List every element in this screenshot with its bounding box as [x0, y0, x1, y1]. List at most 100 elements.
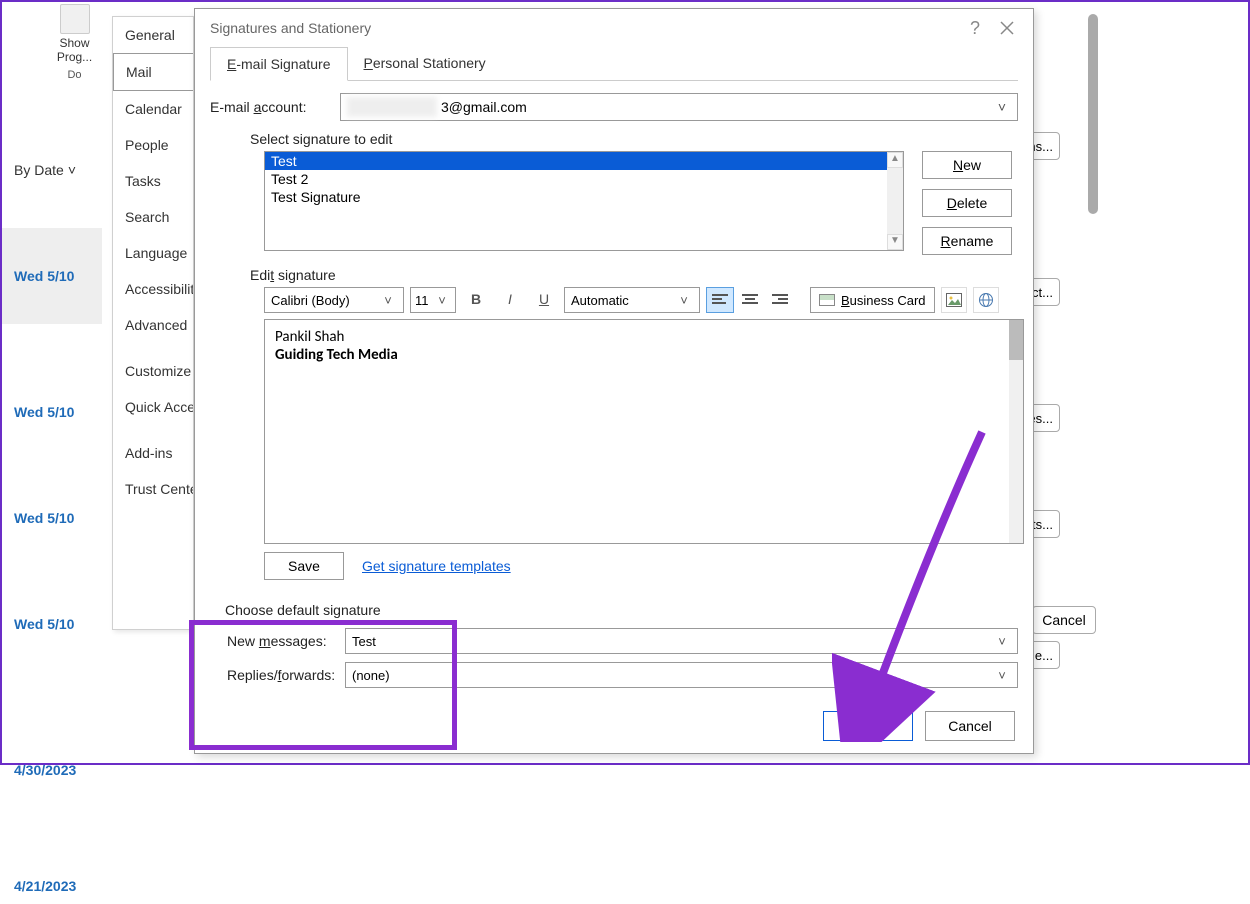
globe-icon — [978, 292, 994, 308]
signature-item[interactable]: Test — [265, 152, 887, 170]
font-color-select[interactable]: Automatic ˅ — [564, 287, 700, 313]
signature-editor[interactable]: Pankil Shah Guiding Tech Media — [264, 319, 1024, 544]
business-card-button[interactable]: Business Card — [810, 287, 935, 313]
ribbon-item-show-progress[interactable]: ShowProg... Do — [52, 2, 97, 81]
scroll-down-icon[interactable]: ▼ — [887, 234, 903, 250]
tab-bar: E-mail Signature Personal Stationery — [210, 47, 1018, 81]
options-item-quickaccess[interactable]: Quick Acce — [113, 389, 193, 425]
editor-text-line: Guiding Tech Media — [275, 346, 1013, 364]
preview-icon — [60, 4, 90, 34]
new-messages-label: New messages: — [225, 633, 345, 649]
font-select[interactable]: Calibri (Body) ˅ — [264, 287, 404, 313]
replies-forwards-label: Replies/forwards: — [225, 667, 345, 683]
new-button[interactable]: New — [922, 151, 1012, 179]
dialog-title: Signatures and Stationery — [205, 20, 959, 36]
listbox-scrollbar[interactable]: ▲ ▼ — [887, 152, 903, 250]
options-item-language[interactable]: Language — [113, 235, 193, 271]
replies-forwards-row: Replies/forwards: (none) ˅ — [225, 662, 1018, 688]
size-value: 11 — [415, 293, 429, 308]
by-date-label: By Date — [14, 162, 64, 178]
save-row: Save Get signature templates — [264, 552, 1018, 580]
options-item-people[interactable]: People — [113, 127, 193, 163]
select-signature-label: Select signature to edit — [250, 131, 1018, 147]
chevron-down-icon: ˅ — [993, 668, 1011, 683]
main-scrollbar[interactable] — [1086, 14, 1100, 594]
delete-button[interactable]: Delete — [922, 189, 1012, 217]
chevron-down-icon: ˅ — [675, 293, 693, 308]
underline-button[interactable]: U — [530, 287, 558, 313]
signature-item[interactable]: Test Signature — [265, 188, 887, 206]
options-item-calendar[interactable]: Calendar — [113, 91, 193, 127]
default-signature-title: Choose default signature — [225, 602, 1018, 618]
format-toolbar: Calibri (Body) ˅ 11 ˅ B I U Automatic ˅ — [264, 287, 1018, 313]
align-left-button[interactable] — [706, 287, 734, 313]
signature-item[interactable]: Test 2 — [265, 170, 887, 188]
date-item[interactable]: Wed 5/10 — [2, 394, 102, 430]
date-item[interactable]: Wed 5/10 — [2, 606, 102, 642]
italic-button[interactable]: I — [496, 287, 524, 313]
options-item-trustcenter[interactable]: Trust Cente — [113, 471, 193, 507]
chevron-down-icon: ˅ — [379, 293, 397, 308]
date-item[interactable]: Wed 5/10 — [2, 500, 102, 536]
chevron-down-icon: ˅ — [68, 162, 76, 178]
get-templates-link[interactable]: Get signature templates — [362, 558, 511, 574]
editor-text-line: Pankil Shah — [275, 328, 1013, 346]
date-row-selected[interactable]: Wed 5/10 — [2, 228, 102, 324]
dialog-footer: OK Cancel — [823, 711, 1015, 741]
options-item-advanced[interactable]: Advanced — [113, 307, 193, 343]
save-button[interactable]: Save — [264, 552, 344, 580]
edit-signature-label: Edit signature — [250, 267, 1018, 283]
email-account-row: E-mail account: 3@gmail.com ˅ — [210, 93, 1018, 121]
align-center-button[interactable] — [736, 287, 764, 313]
options-item-search[interactable]: Search — [113, 199, 193, 235]
align-right-button[interactable] — [766, 287, 794, 313]
blurred-text — [347, 97, 437, 117]
align-group — [706, 287, 794, 313]
signature-select-row: Test Test 2 Test Signature ▲ ▼ New Delet… — [264, 151, 1018, 255]
ok-button[interactable]: OK — [823, 711, 913, 741]
default-signature-section: Choose default signature New messages: T… — [225, 602, 1018, 688]
signature-listbox[interactable]: Test Test 2 Test Signature ▲ ▼ — [264, 151, 904, 251]
chevron-down-icon: ˅ — [993, 634, 1011, 649]
options-item-general[interactable]: General — [113, 17, 193, 53]
rename-button[interactable]: Rename — [922, 227, 1012, 255]
help-button[interactable]: ? — [959, 12, 991, 44]
font-value: Calibri (Body) — [271, 293, 350, 308]
options-item-mail[interactable]: Mail — [113, 53, 193, 91]
email-account-label: E-mail account: — [210, 99, 340, 115]
options-item-tasks[interactable]: Tasks — [113, 163, 193, 199]
replies-forwards-select[interactable]: (none) ˅ — [345, 662, 1018, 688]
options-item-accessibility[interactable]: Accessibility — [113, 271, 193, 307]
tab-personal-stationery[interactable]: Personal Stationery — [348, 47, 502, 80]
bg-cancel-button[interactable]: Cancel — [1032, 606, 1096, 634]
cancel-button[interactable]: Cancel — [925, 711, 1015, 741]
color-value: Automatic — [571, 293, 629, 308]
font-size-select[interactable]: 11 ˅ — [410, 287, 456, 313]
date-list-panel: By Date ˅ Wed 5/10 Wed 5/10 Wed 5/10 Wed… — [2, 152, 102, 904]
account-value: 3@gmail.com — [441, 99, 527, 115]
bold-button[interactable]: B — [462, 287, 490, 313]
dialog-titlebar: Signatures and Stationery ? — [195, 9, 1033, 47]
options-sidebar: General Mail Calendar People Tasks Searc… — [112, 16, 194, 630]
date-item[interactable]: 4/21/2023 — [2, 868, 102, 904]
by-date-button[interactable]: By Date ˅ — [2, 152, 102, 188]
close-button[interactable] — [991, 12, 1023, 44]
date-item[interactable]: 4/30/2023 — [2, 752, 102, 788]
options-item-addins[interactable]: Add-ins — [113, 435, 193, 471]
chevron-down-icon: ˅ — [993, 99, 1011, 115]
scroll-up-icon[interactable]: ▲ — [887, 152, 903, 168]
signatures-dialog: Signatures and Stationery ? E-mail Signa… — [194, 8, 1034, 754]
scrollbar-thumb[interactable] — [1009, 320, 1023, 360]
editor-scrollbar[interactable] — [1009, 320, 1023, 543]
scrollbar-thumb[interactable] — [1088, 14, 1098, 214]
dialog-body: E-mail Signature Personal Stationery E-m… — [195, 47, 1033, 688]
insert-picture-button[interactable] — [941, 287, 967, 313]
options-item-customize[interactable]: Customize — [113, 353, 193, 389]
chevron-down-icon: ˅ — [433, 293, 451, 308]
tab-email-signature[interactable]: E-mail Signature — [210, 47, 348, 81]
email-account-select[interactable]: 3@gmail.com ˅ — [340, 93, 1018, 121]
insert-link-button[interactable] — [973, 287, 999, 313]
new-messages-row: New messages: Test ˅ — [225, 628, 1018, 654]
ribbon-label: ShowProg... — [52, 36, 97, 64]
new-messages-select[interactable]: Test ˅ — [345, 628, 1018, 654]
